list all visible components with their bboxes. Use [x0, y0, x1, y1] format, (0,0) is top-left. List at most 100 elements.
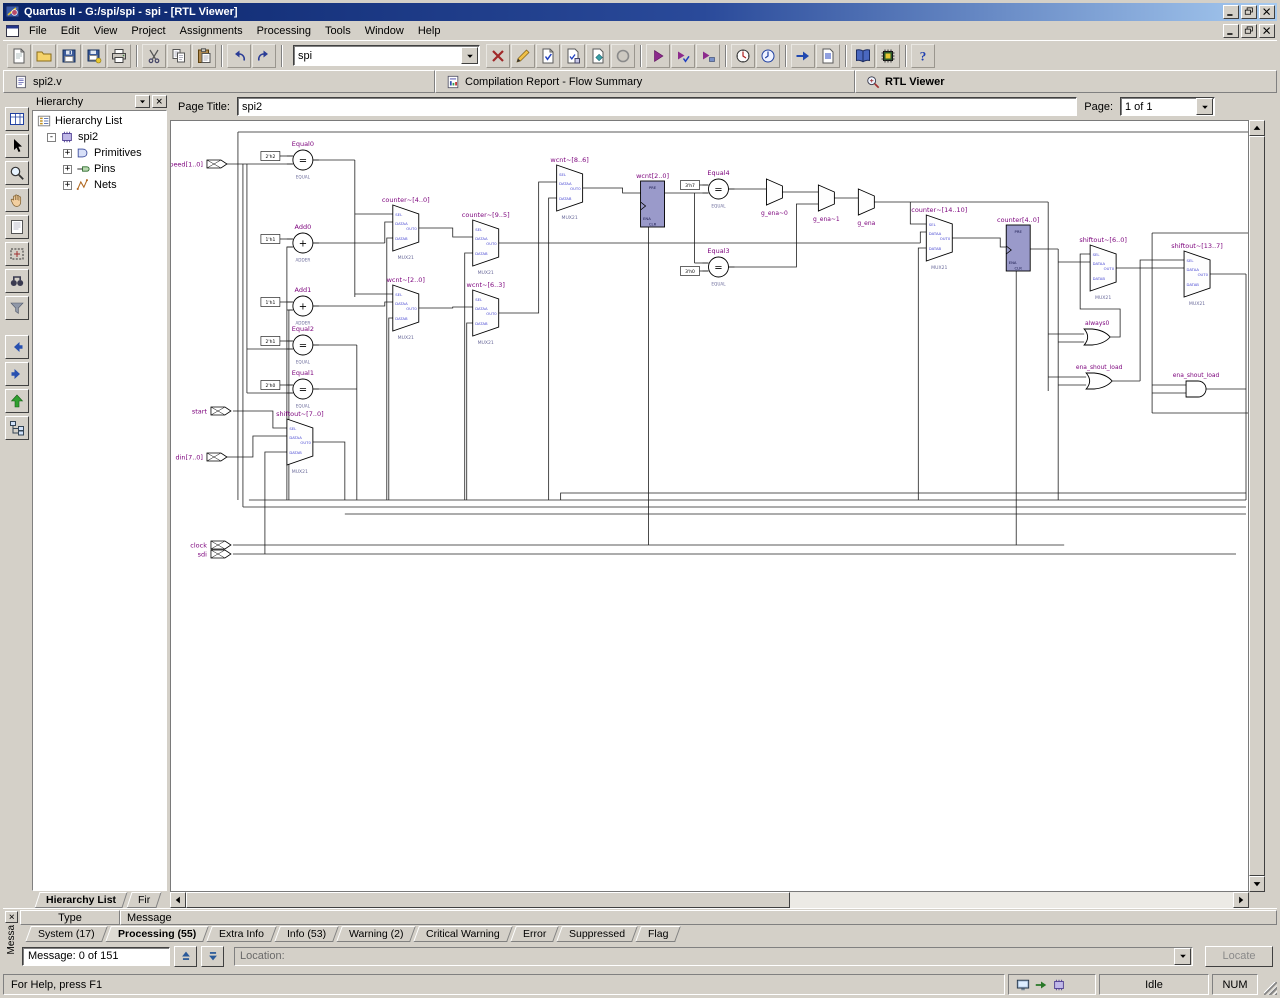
- component-always0[interactable]: always0: [1084, 320, 1110, 345]
- project-combobox-arrow[interactable]: [461, 47, 478, 64]
- resize-grip[interactable]: [1264, 982, 1277, 995]
- component-add1[interactable]: +Add1ADDER: [287, 286, 319, 326]
- full-screen-button[interactable]: [5, 107, 29, 131]
- component-equal1[interactable]: =Equal1EQUAL: [287, 369, 319, 409]
- new-button[interactable]: [7, 44, 31, 68]
- settings-button[interactable]: [536, 44, 560, 68]
- component-counter-9-5[interactable]: counter~[9..5]SELDATAADATABOUT0MUX21: [462, 211, 510, 276]
- fit-page-button[interactable]: [5, 215, 29, 239]
- message-tab-processing-55[interactable]: Processing (55): [105, 926, 209, 942]
- component-equal2[interactable]: =Equal2EQUAL: [287, 325, 319, 365]
- zoom-tool-button[interactable]: [5, 161, 29, 185]
- menu-processing[interactable]: Processing: [250, 23, 318, 40]
- up-hierarchy-button[interactable]: [5, 389, 29, 413]
- project-combobox[interactable]: spi: [293, 45, 480, 66]
- back-button[interactable]: [5, 335, 29, 359]
- hierarchy-dropdown-button[interactable]: [135, 95, 150, 108]
- message-tab-suppressed[interactable]: Suppressed: [556, 926, 638, 942]
- expander-collapse-icon[interactable]: -: [47, 133, 56, 142]
- tree-item-primitives[interactable]: +Primitives: [33, 145, 166, 161]
- minimize-button[interactable]: [1223, 5, 1239, 19]
- previous-message-button[interactable]: [174, 946, 197, 967]
- tab-spi2-v[interactable]: spi2.v: [3, 70, 435, 93]
- page-select-arrow[interactable]: [1196, 98, 1213, 115]
- mdi-close-button[interactable]: [1259, 24, 1275, 38]
- menu-view[interactable]: View: [87, 23, 125, 40]
- select-tool-button[interactable]: [5, 134, 29, 158]
- constant-3-h0[interactable]: 3'h0: [681, 267, 700, 276]
- pin-planner-button[interactable]: [561, 44, 585, 68]
- message-tab-warning-2[interactable]: Warning (2): [336, 926, 416, 942]
- constant-1-h1[interactable]: 1'h1: [261, 298, 280, 307]
- menu-window[interactable]: Window: [358, 23, 411, 40]
- input-pin-speed-1-0[interactable]: speed[1..0]: [171, 160, 227, 169]
- component-g-ena[interactable]: g_ena: [857, 189, 875, 227]
- message-tab-flag[interactable]: Flag: [636, 926, 682, 942]
- open-button[interactable]: [32, 44, 56, 68]
- component-shiftout-7-0[interactable]: shiftout~[7..0]SELDATAADATABOUT0MUX21: [276, 410, 323, 475]
- component-wcnt-2-0[interactable]: wcnt~[2..0]SELDATAADATABOUT0MUX21: [387, 276, 425, 341]
- component-shiftout-13-7[interactable]: shiftout~[13..7]SELDATAADATABOUT0MUX21: [1171, 242, 1223, 307]
- page-select[interactable]: 1 of 1: [1120, 97, 1215, 116]
- message-tab-error[interactable]: Error: [510, 926, 559, 942]
- next-message-button[interactable]: [201, 946, 224, 967]
- start-compilation-button[interactable]: [646, 44, 670, 68]
- expander-expand-icon[interactable]: +: [63, 149, 72, 158]
- assignment-editor-button[interactable]: [511, 44, 535, 68]
- component-equal3[interactable]: =Equal3EQUAL: [703, 247, 735, 287]
- x-tool-button[interactable]: [486, 44, 510, 68]
- hierarchy-down-button[interactable]: [5, 416, 29, 440]
- schematic-canvas[interactable]: speed[1..0]startdin[7..0]clocksdi2'h21'h…: [170, 120, 1249, 892]
- input-pin-start[interactable]: start: [192, 407, 231, 416]
- menu-edit[interactable]: Edit: [54, 23, 87, 40]
- constant-3-h7[interactable]: 3'h7: [681, 181, 700, 190]
- hierarchy-tab-hierarchy-list[interactable]: Hierarchy List: [34, 892, 127, 908]
- forward-button[interactable]: [5, 362, 29, 386]
- menu-tools[interactable]: Tools: [318, 23, 358, 40]
- horizontal-scroll-thumb[interactable]: [186, 892, 790, 908]
- message-tab-system-17[interactable]: System (17): [25, 926, 107, 942]
- column-message[interactable]: Message: [120, 910, 1277, 925]
- scroll-right-button[interactable]: [1233, 892, 1249, 908]
- column-type[interactable]: Type: [20, 910, 120, 925]
- component-shiftout-6-0[interactable]: shiftout~[6..0]SELDATAADATABOUT0MUX21: [1079, 236, 1126, 301]
- message-tab-extra-info[interactable]: Extra Info: [206, 926, 277, 942]
- constant-2-h2[interactable]: 2'h2: [261, 152, 280, 161]
- help-button[interactable]: ?: [911, 44, 935, 68]
- constant-2-h0[interactable]: 2'h0: [261, 381, 280, 390]
- start-analysis-button[interactable]: [671, 44, 695, 68]
- programmer-button[interactable]: [876, 44, 900, 68]
- messages-close-button[interactable]: [5, 911, 18, 923]
- component-g-ena-0[interactable]: g_ena~0: [761, 179, 788, 217]
- mdi-minimize-button[interactable]: [1223, 24, 1239, 38]
- constant-1-h1[interactable]: 1'h1: [261, 235, 280, 244]
- start-partition-button[interactable]: [696, 44, 720, 68]
- component-wcnt-2-0[interactable]: wcnt[2..0]PREENACLR: [636, 172, 669, 227]
- timing-analyzer-button[interactable]: [731, 44, 755, 68]
- component-wcnt-8-6[interactable]: wcnt~[8..6]SELDATAADATABOUT0MUX21: [550, 156, 588, 221]
- menu-help[interactable]: Help: [411, 23, 448, 40]
- menu-file[interactable]: File: [22, 23, 54, 40]
- copy-button[interactable]: [167, 44, 191, 68]
- find-button[interactable]: [5, 269, 29, 293]
- scroll-down-button[interactable]: [1249, 876, 1265, 892]
- netlist-viewer-button[interactable]: [791, 44, 815, 68]
- page-title-input[interactable]: [237, 97, 1077, 116]
- tab-compilation-report-flow-summary[interactable]: Compilation Report - Flow Summary: [435, 70, 855, 93]
- tab-rtl-viewer[interactable]: RTL Viewer: [855, 70, 1277, 93]
- constant-2-h1[interactable]: 2'h1: [261, 337, 280, 346]
- design-partitions-button[interactable]: [586, 44, 610, 68]
- save-all-button[interactable]: [82, 44, 106, 68]
- chip-planner-button[interactable]: [851, 44, 875, 68]
- zoom-selection-button[interactable]: [5, 242, 29, 266]
- close-button[interactable]: [1259, 5, 1275, 19]
- input-pin-din-7-0[interactable]: din[7..0]: [176, 453, 227, 462]
- component-counter-4-0[interactable]: counter[4..0]PREENACLR: [997, 216, 1039, 271]
- filter-button[interactable]: [5, 296, 29, 320]
- scroll-up-button[interactable]: [1249, 120, 1265, 136]
- pan-tool-button[interactable]: [5, 188, 29, 212]
- vertical-scroll-thumb[interactable]: [1249, 136, 1265, 876]
- message-tab-info-53[interactable]: Info (53): [274, 926, 339, 942]
- mdi-restore-button[interactable]: [1241, 24, 1257, 38]
- restore-button[interactable]: [1241, 5, 1257, 19]
